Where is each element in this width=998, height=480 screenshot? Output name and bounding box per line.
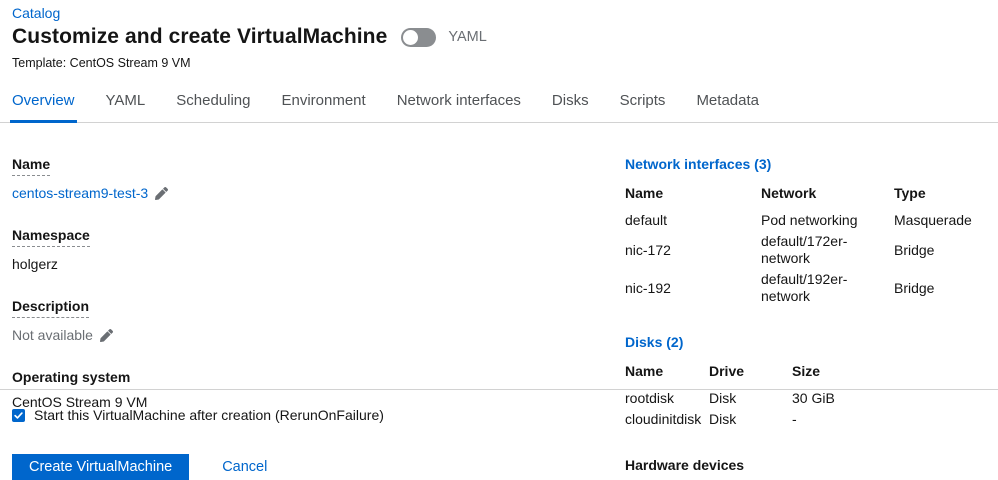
- yaml-toggle-knob: [403, 30, 418, 45]
- details-left-column: Name centos-stream9-test-3 Namespace hol…: [12, 156, 625, 389]
- start-after-creation-label: Start this VirtualMachine after creation…: [34, 407, 384, 423]
- tab-overview[interactable]: Overview: [10, 83, 77, 123]
- tab-environment[interactable]: Environment: [279, 83, 367, 123]
- disk-col-drive: Drive: [709, 363, 792, 390]
- network-interfaces-section: Network interfaces (3) Name Network Type…: [625, 156, 974, 309]
- field-namespace: Namespace holgerz: [12, 227, 625, 272]
- tab-scripts[interactable]: Scripts: [618, 83, 668, 123]
- cancel-button[interactable]: Cancel: [222, 459, 267, 475]
- checkmark-icon: [14, 411, 23, 420]
- disk-col-name: Name: [625, 363, 709, 390]
- table-row: default Pod networking Masquerade: [625, 212, 974, 233]
- details-right-column: Network interfaces (3) Name Network Type…: [625, 156, 974, 389]
- tab-scheduling[interactable]: Scheduling: [174, 83, 252, 123]
- description-value: Not available: [12, 327, 93, 343]
- edit-name-pencil-icon[interactable]: [155, 187, 168, 200]
- disks-section: Disks (2) Name Drive Size rootdisk Disk …: [625, 334, 974, 432]
- table-row: rootdisk Disk 30 GiB: [625, 390, 974, 411]
- operating-system-label: Operating system: [12, 369, 130, 385]
- net-col-type: Type: [894, 185, 974, 212]
- hardware-devices-heading: Hardware devices: [625, 457, 974, 473]
- start-after-creation-checkbox[interactable]: [12, 409, 25, 422]
- create-virtualmachine-button[interactable]: Create VirtualMachine: [12, 454, 189, 480]
- net-col-name: Name: [625, 185, 761, 212]
- yaml-toggle-label: YAML: [448, 29, 486, 45]
- page-header: Catalog Customize and create VirtualMach…: [0, 0, 998, 70]
- yaml-toggle-switch[interactable]: [401, 28, 436, 47]
- breadcrumb-catalog-link[interactable]: Catalog: [12, 5, 60, 21]
- net-col-network: Network: [761, 185, 894, 212]
- tab-network-interfaces[interactable]: Network interfaces: [395, 83, 523, 123]
- disks-table: Name Drive Size rootdisk Disk 30 GiB clo…: [625, 363, 974, 432]
- vm-name-link[interactable]: centos-stream9-test-3: [12, 185, 148, 201]
- overview-tab-content: Name centos-stream9-test-3 Namespace hol…: [0, 123, 998, 389]
- table-row: nic-192 default/192er-network Bridge: [625, 271, 974, 309]
- field-operating-system: Operating system CentOS Stream 9 VM: [12, 369, 625, 410]
- table-row: nic-172 default/172er-network Bridge: [625, 233, 974, 271]
- field-description: Description Not available: [12, 298, 625, 343]
- field-name: Name centos-stream9-test-3: [12, 156, 625, 201]
- description-label: Description: [12, 298, 89, 318]
- title-row: Customize and create VirtualMachine YAML: [12, 25, 974, 49]
- network-interfaces-table: Name Network Type default Pod networking…: [625, 185, 974, 309]
- namespace-value: holgerz: [12, 256, 58, 272]
- tab-disks[interactable]: Disks: [550, 83, 591, 123]
- disk-col-size: Size: [792, 363, 974, 390]
- network-interfaces-heading-link[interactable]: Network interfaces (3): [625, 156, 771, 172]
- page-title: Customize and create VirtualMachine: [12, 25, 387, 49]
- disks-heading-link[interactable]: Disks (2): [625, 334, 683, 350]
- table-row: cloudinitdisk Disk -: [625, 411, 974, 432]
- tab-metadata[interactable]: Metadata: [694, 83, 761, 123]
- edit-description-pencil-icon[interactable]: [100, 329, 113, 342]
- name-label: Name: [12, 156, 50, 176]
- template-subtitle: Template: CentOS Stream 9 VM: [12, 56, 974, 70]
- tab-yaml[interactable]: YAML: [104, 83, 148, 123]
- tab-bar: Overview YAML Scheduling Environment Net…: [0, 83, 998, 123]
- namespace-label: Namespace: [12, 227, 90, 247]
